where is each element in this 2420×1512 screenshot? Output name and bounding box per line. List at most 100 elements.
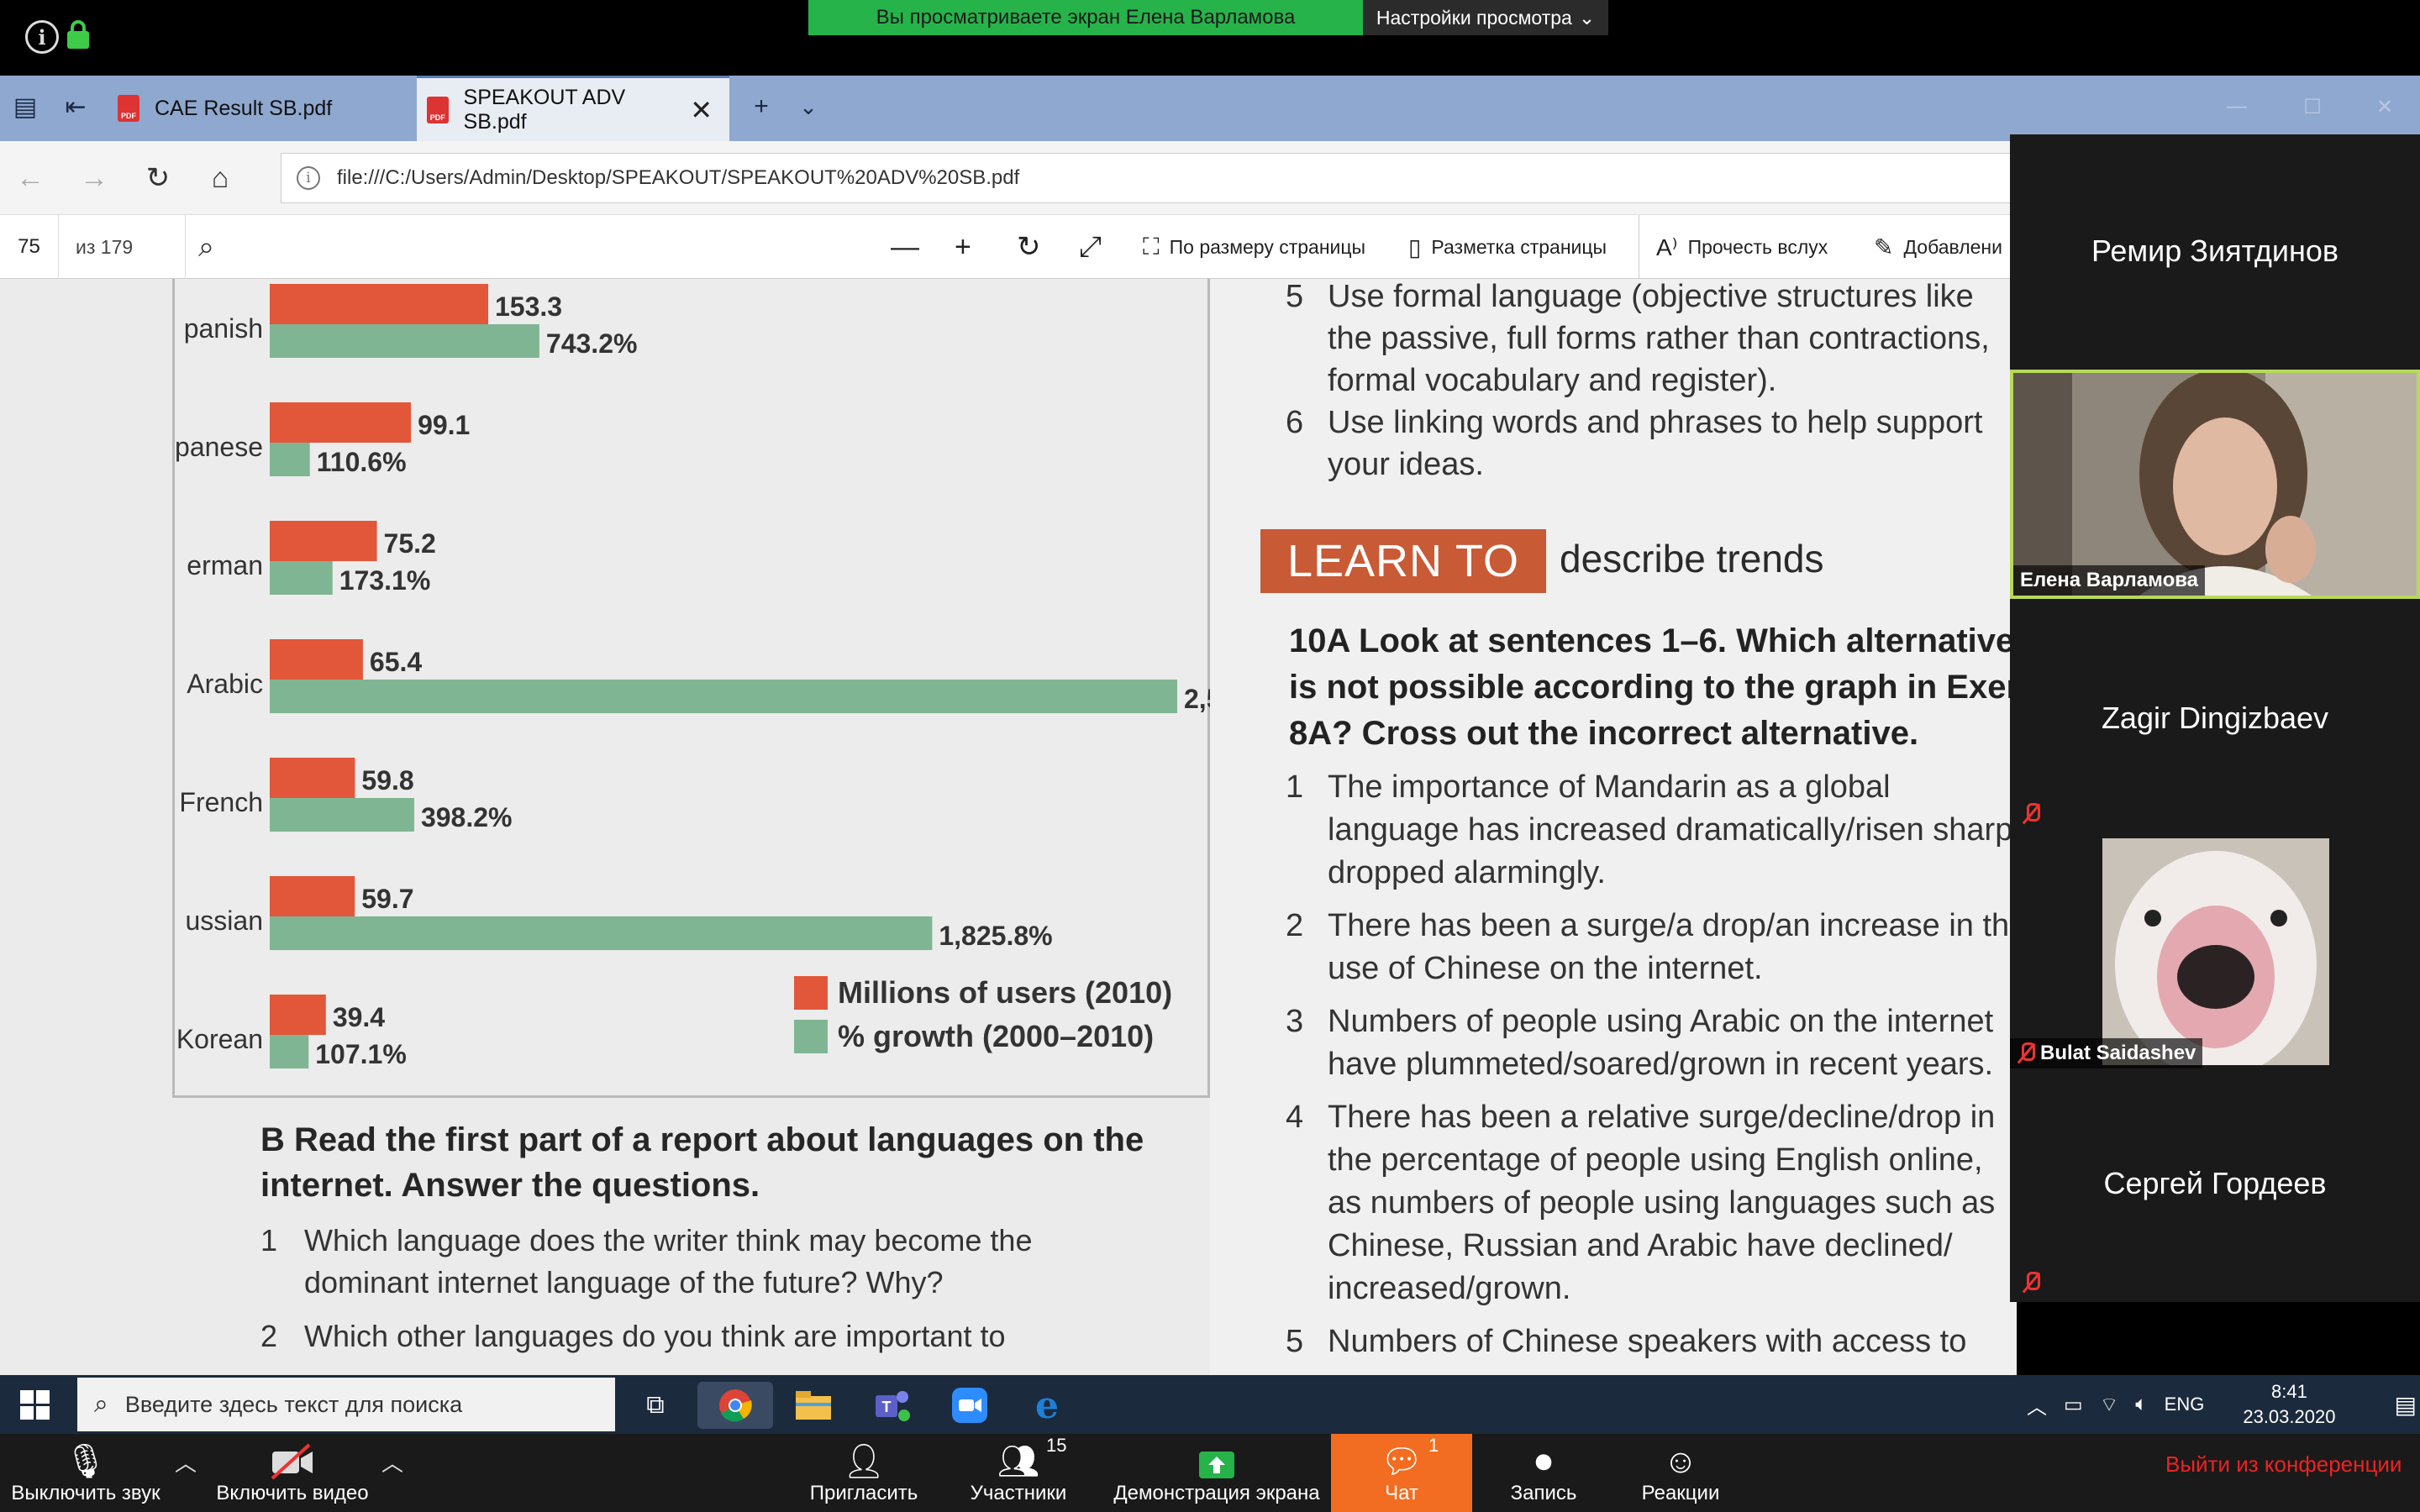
muted-mic-icon xyxy=(2022,803,2040,825)
teams-icon[interactable]: T xyxy=(869,1382,916,1429)
category-label: Arabic xyxy=(187,669,263,699)
add-person-icon: 👤︎ xyxy=(842,1443,886,1480)
add-notes-label: Добавлени xyxy=(1903,235,2002,258)
zoom-in-button[interactable]: + xyxy=(955,215,971,279)
tip-number: 5 xyxy=(1286,279,1304,314)
tab-speakout-adv[interactable]: PDF SPEAKOUT ADV SB.pdf ✕ xyxy=(417,76,729,141)
tip-line: Use formal language (objective structure… xyxy=(1328,279,1974,314)
windows-start-icon[interactable] xyxy=(20,1390,50,1420)
add-notes-button[interactable]: ✎ Добавлени xyxy=(1874,215,2002,279)
view-options-button[interactable]: Настройки просмотра ⌄ xyxy=(1363,0,1608,35)
item-number: 3 xyxy=(1286,1004,1304,1039)
read-aloud-button[interactable]: A⁾ Прочесть вслух xyxy=(1639,215,1828,279)
tab-label: CAE Result SB.pdf xyxy=(155,96,333,120)
new-tab-icon[interactable]: + xyxy=(743,88,780,125)
chrome-icon[interactable] xyxy=(697,1382,773,1429)
item-number: 4 xyxy=(1286,1100,1304,1135)
mute-button[interactable]: 🎙︎ Выключить звук xyxy=(3,1434,168,1512)
encryption-lock-icon[interactable] xyxy=(67,20,89,49)
home-icon[interactable]: ⌂ xyxy=(195,141,245,215)
back-icon[interactable]: ← xyxy=(5,141,55,215)
chrome-logo xyxy=(719,1389,752,1422)
item-line: use of Chinese on the internet. xyxy=(1328,951,1763,986)
video-label: Включить видео xyxy=(216,1482,369,1504)
item-line: There has been a relative surge/decline/… xyxy=(1328,1100,1996,1135)
tab-cae-result[interactable]: PDF CAE Result SB.pdf xyxy=(108,76,417,141)
language-indicator[interactable]: ENG xyxy=(2165,1394,2205,1415)
participant-tile[interactable]: Zagir Dingizbaev xyxy=(2010,601,2420,833)
exercise-10a-title: 10A Look at sentences 1–6. Which alterna… xyxy=(1289,618,2017,757)
clock[interactable]: 8:41 23.03.2020 xyxy=(2243,1379,2335,1430)
item-line: language has increased dramatically/rise… xyxy=(1328,812,2017,848)
data-label-users: 153.3 xyxy=(495,291,562,322)
start-video-button[interactable]: Включить видео xyxy=(210,1434,375,1512)
video-options-chevron-icon[interactable]: ︿ xyxy=(381,1446,403,1478)
zoom-out-button[interactable]: — xyxy=(891,215,919,279)
fit-page-button[interactable]: ⛶ По размеру страницы xyxy=(1143,215,1365,279)
search-placeholder: Введите здесь текст для поиска xyxy=(124,1391,463,1417)
taskbar-search-input[interactable]: ⌕ Введите здесь текст для поиска xyxy=(77,1378,615,1431)
set-aside-tabs-icon[interactable]: ⇤ xyxy=(57,88,94,125)
zoom-app-icon[interactable] xyxy=(946,1382,993,1429)
meeting-info-icon[interactable]: i xyxy=(25,20,59,54)
chevron-up-icon[interactable]: ︿ xyxy=(2027,1390,2047,1420)
participants-count: 15 xyxy=(1046,1435,1067,1456)
share-screen-button[interactable]: Демонстрация экрана xyxy=(1106,1434,1328,1512)
item-line: Numbers of people using Arabic on the in… xyxy=(1328,1004,1994,1039)
category-label: panese xyxy=(175,432,263,462)
site-info-icon[interactable]: i xyxy=(297,166,320,190)
tip-line: the passive, full forms rather than cont… xyxy=(1328,321,1990,356)
mute-label: Выключить звук xyxy=(11,1482,160,1504)
participant-tile[interactable]: Ремир Зиятдинов xyxy=(2010,134,2420,365)
bar-users-russian xyxy=(270,876,355,916)
edge-browser-icon[interactable]: e xyxy=(1023,1382,1071,1429)
forward-icon[interactable]: → xyxy=(69,141,119,215)
system-tray: ︿ ▭ ⌔ 🔈︎ ENG 8:41 23.03.2020 ▤ xyxy=(2017,1375,2417,1434)
participant-tile[interactable]: Сергей Гордеев xyxy=(2010,1072,2420,1302)
read-aloud-label: Прочесть вслух xyxy=(1687,235,1828,258)
window-close-icon[interactable]: ✕ xyxy=(2366,88,2403,125)
reactions-button[interactable]: ☺︎ Реакции xyxy=(1622,1434,1739,1512)
tab-manager-icon[interactable]: ▤ xyxy=(7,88,44,125)
wifi-icon[interactable]: ⌔ xyxy=(2100,1392,2119,1417)
notifications-icon[interactable]: ▤ xyxy=(2394,1391,2416,1419)
tab-preview-chevron-icon[interactable]: ⌄ xyxy=(790,88,827,125)
item-line: the percentage of people using English o… xyxy=(1328,1142,1983,1178)
page-number-input[interactable]: 75 xyxy=(0,215,59,279)
invite-button[interactable]: 👤︎ Пригласить xyxy=(798,1434,929,1512)
participant-tile-active[interactable]: Елена Варламова xyxy=(2010,370,2420,599)
refresh-icon[interactable]: ↻ xyxy=(133,141,183,215)
microphone-icon: 🎙︎ xyxy=(64,1443,108,1480)
task-view-icon[interactable]: ⧉ xyxy=(632,1382,679,1429)
exercise-b-title: B Read the first part of a report about … xyxy=(260,1121,1144,1204)
item-line: dropped alarmingly. xyxy=(1328,855,1606,890)
bar-growth-japanese xyxy=(270,443,310,476)
language-bar-chart: 153.3 743.2% panish 99.1 110.6% panese 75.2 173… xyxy=(175,284,1210,1069)
question-text: Which other languages do you think are i… xyxy=(304,1319,1006,1353)
chat-button[interactable]: 💬︎ Чат xyxy=(1331,1434,1472,1512)
exercise-line: is not possible according to the graph i… xyxy=(1289,669,2017,706)
participant-tile[interactable]: Bulat Saidashev xyxy=(2010,837,2420,1068)
pdf-document-view[interactable]: 153.3 743.2% panish 99.1 110.6% panese 75.2 173… xyxy=(0,279,2017,1375)
rotate-button[interactable]: ↻ xyxy=(1017,215,1041,279)
participant-name: Сергей Гордеев xyxy=(2103,1166,2327,1200)
question-text: dominant internet language of the future… xyxy=(304,1265,944,1299)
record-button[interactable]: ⏺︎ Запись xyxy=(1487,1434,1600,1512)
close-icon[interactable]: ✕ xyxy=(690,94,713,126)
people-icon: 👥︎ xyxy=(997,1443,1040,1480)
leave-meeting-button[interactable]: Выйти из конференции xyxy=(2165,1452,2402,1478)
plus-icon: + xyxy=(955,230,971,263)
maximize-icon[interactable]: ☐ xyxy=(2294,88,2331,125)
item-line: There has been a surge/a drop/an increas… xyxy=(1328,908,2017,943)
volume-icon[interactable]: 🔈︎ xyxy=(2135,1393,2147,1416)
minimize-icon[interactable]: — xyxy=(2218,88,2255,125)
page-layout-label: Разметка страницы xyxy=(1431,235,1607,258)
page-layout-button[interactable]: ▯ Разметка страницы xyxy=(1408,215,1607,279)
url-field[interactable]: i file:///C:/Users/Admin/Desktop/SPEAKOU… xyxy=(281,153,2017,203)
search-icon[interactable]: ⌕ xyxy=(185,215,227,279)
battery-icon[interactable]: ▭ xyxy=(2064,1393,2083,1417)
fullscreen-button[interactable]: ⤢ xyxy=(1079,215,1102,279)
audio-options-chevron-icon[interactable]: ︿ xyxy=(175,1446,197,1478)
file-explorer-icon[interactable] xyxy=(790,1382,837,1429)
participant-label: Bulat Saidashev xyxy=(2010,1038,2203,1068)
